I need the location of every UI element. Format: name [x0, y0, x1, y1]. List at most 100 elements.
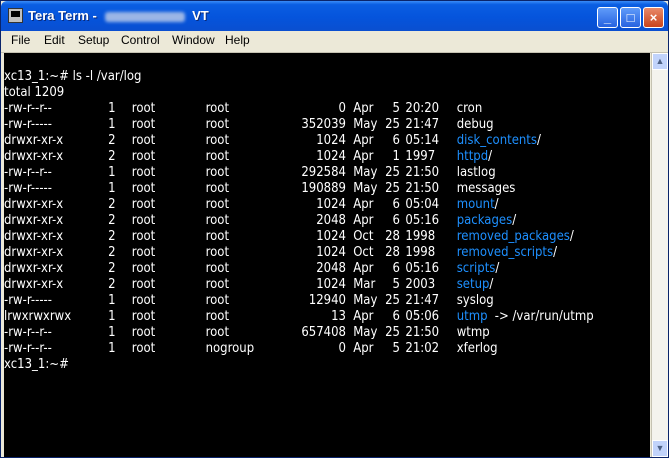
col-links: 2 [108, 277, 116, 292]
col-size: 12940 [308, 293, 346, 308]
col-owner: root [131, 197, 156, 212]
menu-control[interactable]: Control [121, 33, 160, 47]
col-perm: drwxr-xr-x [4, 197, 64, 212]
col-owner: root [131, 325, 156, 340]
col-day: 5 [392, 341, 400, 356]
menu-bar: File Edit Setup Control Window Help [1, 31, 668, 53]
col-perm: -rw-r--r-- [4, 101, 52, 116]
col-size: 1024 [316, 245, 346, 260]
col-perm: -rw-r--r-- [4, 341, 52, 356]
col-owner: root [131, 245, 156, 260]
minimize-button[interactable]: _ [597, 7, 618, 28]
maximize-button[interactable]: □ [620, 7, 641, 28]
dir-slash: / [494, 197, 499, 212]
col-perm: -rw-r----- [4, 181, 52, 196]
col-name: cron [456, 101, 483, 116]
prompt-line: xc13_1:~# [4, 357, 69, 372]
col-day: 5 [392, 101, 400, 116]
col-month: May [353, 325, 378, 340]
col-group: root [205, 165, 230, 180]
col-day: 28 [385, 245, 400, 260]
dir-slash: / [488, 149, 493, 164]
col-name: mount [456, 197, 495, 212]
col-perm: -rw-r----- [4, 117, 52, 132]
col-owner: root [131, 261, 156, 276]
col-day: 28 [385, 229, 400, 244]
title-bar[interactable]: Tera Term - VT _ □ × [1, 1, 668, 31]
col-owner: root [131, 309, 156, 324]
col-day: 6 [392, 213, 400, 228]
col-group: root [205, 117, 230, 132]
col-size: 352039 [301, 117, 346, 132]
col-size: 1024 [316, 197, 346, 212]
col-links: 2 [108, 261, 116, 276]
close-button[interactable]: × [643, 7, 664, 28]
col-time: 21:50 [405, 181, 440, 196]
col-perm: drwxr-xr-x [4, 245, 64, 260]
col-time: 05:04 [405, 197, 440, 212]
col-owner: root [131, 229, 156, 244]
menu-edit[interactable]: Edit [44, 33, 65, 47]
col-day: 6 [392, 197, 400, 212]
terminal-screen[interactable]: xc13_1:~# ls -l /var/log total 1209 -rw-… [4, 53, 650, 457]
dir-slash: / [553, 245, 558, 260]
col-links: 2 [108, 229, 116, 244]
menu-file[interactable]: File [11, 33, 30, 47]
col-time: 21:47 [405, 293, 440, 308]
col-month: Apr [353, 197, 374, 212]
col-perm: drwxr-xr-x [4, 149, 64, 164]
col-perm: drwxr-xr-x [4, 277, 64, 292]
col-time: 1997 [405, 149, 436, 164]
col-links: 2 [108, 213, 116, 228]
col-day: 25 [385, 325, 400, 340]
col-day: 6 [392, 261, 400, 276]
col-size: 190889 [301, 181, 346, 196]
col-links: 1 [108, 101, 116, 116]
col-size: 1024 [316, 133, 346, 148]
col-size: 13 [331, 309, 346, 324]
command-line: xc13_1:~# ls -l /var/log [4, 69, 142, 84]
menu-help[interactable]: Help [225, 33, 250, 47]
col-links: 2 [108, 245, 116, 260]
col-size: 2048 [316, 261, 346, 276]
scroll-down-icon[interactable]: ▼ [652, 440, 668, 457]
col-month: Apr [353, 133, 374, 148]
window-title-suffix: VT [192, 8, 209, 23]
col-size: 1024 [316, 229, 346, 244]
col-perm: -rw-r----- [4, 293, 52, 308]
col-links: 1 [108, 341, 116, 356]
dir-slash: / [569, 229, 574, 244]
col-day: 25 [385, 181, 400, 196]
col-time: 05:16 [405, 261, 440, 276]
col-time: 1998 [405, 245, 436, 260]
col-size: 292584 [301, 165, 346, 180]
col-group: root [205, 293, 230, 308]
col-month: Apr [353, 213, 374, 228]
col-group: root [205, 181, 230, 196]
col-name: messages [456, 181, 516, 196]
col-name: httpd [456, 149, 489, 164]
col-owner: root [131, 165, 156, 180]
col-name: setup [456, 277, 490, 292]
col-month: Oct [353, 245, 374, 260]
vertical-scrollbar[interactable]: ▲ ▼ [651, 53, 668, 457]
col-owner: root [131, 117, 156, 132]
window-title-prefix: Tera Term - [28, 8, 97, 23]
tera-term-app-icon[interactable] [8, 8, 23, 23]
col-size: 1024 [316, 149, 346, 164]
col-owner: root [131, 149, 156, 164]
col-name: disk_contents [456, 133, 537, 148]
col-size: 0 [338, 101, 346, 116]
col-links: 1 [108, 117, 116, 132]
col-perm: drwxr-xr-x [4, 213, 64, 228]
col-links: 1 [108, 165, 116, 180]
col-owner: root [131, 277, 156, 292]
col-day: 6 [392, 309, 400, 324]
col-name: utmp [456, 309, 488, 324]
col-name: packages [456, 213, 513, 228]
col-group: root [205, 325, 230, 340]
col-group: root [205, 309, 230, 324]
menu-setup[interactable]: Setup [78, 33, 109, 47]
scroll-up-icon[interactable]: ▲ [652, 53, 668, 70]
menu-window[interactable]: Window [172, 33, 215, 47]
